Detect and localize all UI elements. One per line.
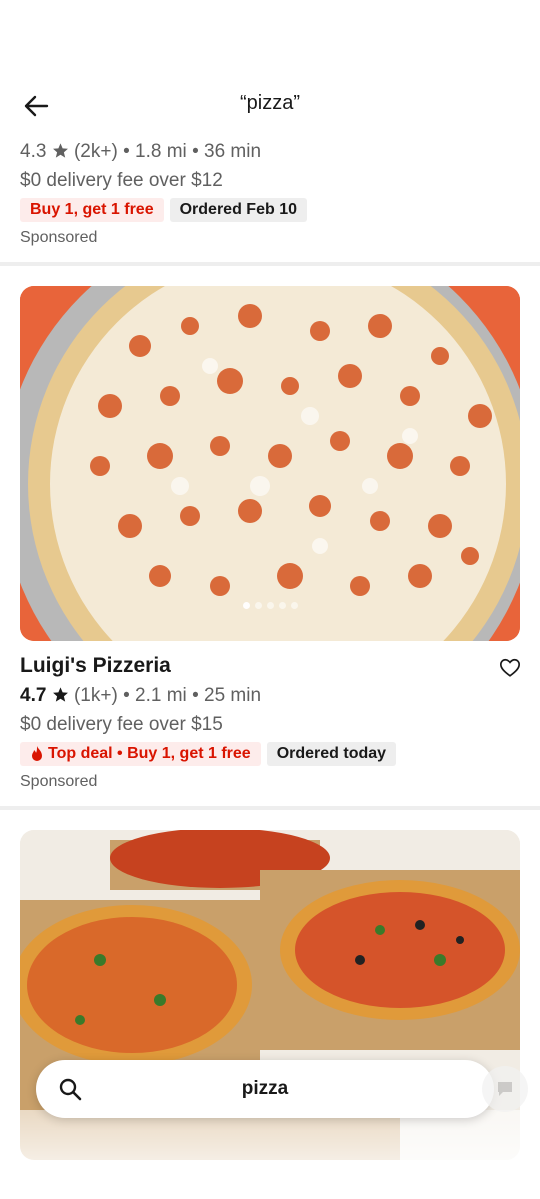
delivery-fee: $0 delivery fee over $15 xyxy=(20,714,223,735)
flame-icon xyxy=(32,746,42,761)
carousel-dot xyxy=(254,602,262,609)
store-meta: 4.7 (1k+) • 2.1 mi • 25 min xyxy=(20,685,262,706)
search-icon xyxy=(59,1078,82,1101)
review-count: (2k+) xyxy=(73,141,118,162)
delivery-time: 36 min xyxy=(204,141,262,162)
bottom-fade xyxy=(0,1110,540,1199)
deal-tag: Buy 1, get 1 free xyxy=(20,198,164,222)
ordered-tag: Ordered Feb 10 xyxy=(169,198,307,222)
rating-value: 4.7 xyxy=(20,685,47,706)
tag-row: Buy 1, get 1 free Ordered Feb 10 xyxy=(20,198,307,222)
store-name[interactable]: Luigi's Pizzeria xyxy=(20,654,171,678)
ordered-tag: Ordered today xyxy=(266,742,397,766)
sponsored-label: Sponsored xyxy=(20,773,98,790)
heart-icon xyxy=(500,658,520,677)
carousel-dot xyxy=(242,602,250,609)
chat-icon xyxy=(498,1082,512,1096)
distance: 2.1 mi xyxy=(135,685,187,706)
rating-value: 4.3 xyxy=(20,141,47,162)
distance: 1.8 mi xyxy=(135,141,187,162)
delivery-fee: $0 delivery fee over $12 xyxy=(20,170,223,191)
star-icon xyxy=(52,687,68,702)
favorite-button[interactable] xyxy=(496,654,524,682)
carousel-dot xyxy=(290,602,298,609)
sponsored-label: Sponsored xyxy=(20,229,98,246)
tag-row: Top deal • Buy 1, get 1 free Ordered tod… xyxy=(20,742,397,766)
carousel-dot xyxy=(278,602,286,609)
page-title: “pizza” xyxy=(239,92,300,114)
support-chat-button[interactable] xyxy=(482,1066,528,1112)
delivery-time: 25 min xyxy=(204,685,262,706)
search-input[interactable]: pizza xyxy=(36,1078,494,1100)
pizza-photo-icon xyxy=(20,286,520,641)
review-count: (1k+) xyxy=(73,685,118,706)
divider xyxy=(0,806,540,810)
star-icon xyxy=(52,143,68,158)
search-results-screen: “pizza” 4.3 (2k+) • 1.8 mi • 36 min $0 d… xyxy=(0,0,540,1199)
header: “pizza” xyxy=(0,78,540,130)
store-meta: 4.3 (2k+) • 1.8 mi • 36 min xyxy=(20,141,262,162)
deal-tag: Top deal • Buy 1, get 1 free xyxy=(20,742,261,766)
store-image-luigis[interactable] xyxy=(20,286,520,641)
search-bar[interactable]: pizza xyxy=(36,1060,494,1118)
carousel-dot xyxy=(266,602,274,609)
image-carousel-dots xyxy=(20,602,520,609)
divider xyxy=(0,262,540,266)
